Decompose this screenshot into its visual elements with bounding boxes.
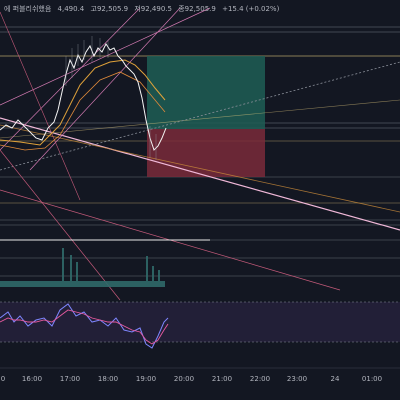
price-chart[interactable] (0, 0, 400, 400)
time-tick: 16:00 (21, 375, 43, 383)
time-axis[interactable]: 0 16:00 17:00 18:00 19:00 20:00 21:00 22… (0, 368, 400, 400)
time-tick: 22:00 (249, 375, 271, 383)
time-tick: 18:00 (97, 375, 119, 383)
time-tick: 21:00 (211, 375, 233, 383)
time-tick: 24 (330, 375, 340, 383)
symbol-name: 에 퍼블리쉬했음 (4, 5, 52, 13)
time-tick: 19:00 (135, 375, 157, 383)
ohlc-open: 4,490.4 (57, 5, 85, 13)
time-tick: 20:00 (173, 375, 195, 383)
ohlc-close: 종92,505.9 (178, 5, 216, 13)
time-tick: 23:00 (286, 375, 308, 383)
long-position-profit-zone[interactable] (147, 56, 265, 129)
time-tick: 0 (0, 375, 6, 383)
time-tick: 17:00 (59, 375, 81, 383)
ohlc-change: +15.4 (+0.02%) (222, 5, 280, 13)
symbol-header: 에 퍼블리쉬했음 4,490.4 고92,505.9 저92,490.5 종92… (4, 4, 283, 14)
ohlc-high: 고92,505.9 (90, 5, 129, 13)
stoch-rsi-panel[interactable] (0, 301, 400, 349)
ohlc-low: 저92,490.5 (134, 5, 172, 13)
time-tick: 01:00 (361, 375, 383, 383)
